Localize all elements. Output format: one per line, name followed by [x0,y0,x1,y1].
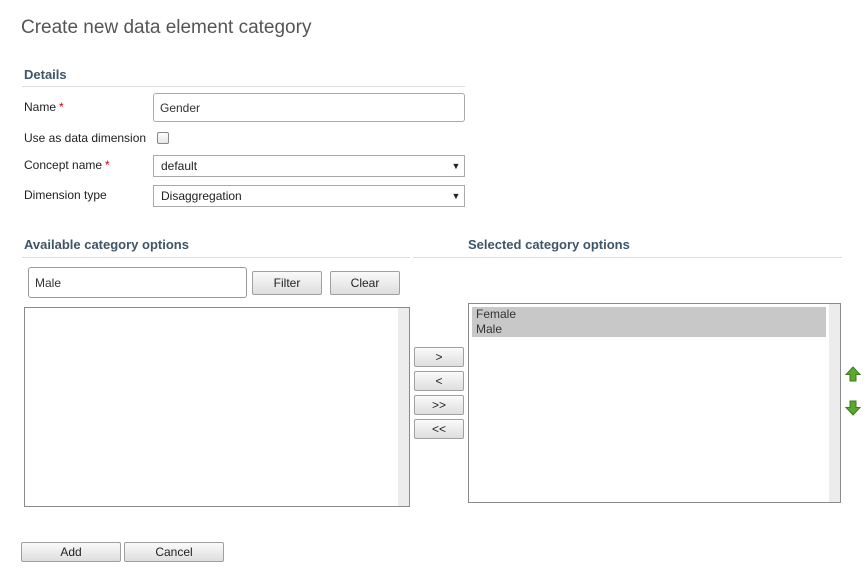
concept-required-mark: * [105,158,110,172]
selected-option-item[interactable]: Female [472,307,826,322]
name-input[interactable] [153,93,465,122]
available-options-list[interactable] [24,307,410,507]
available-list-scrollbar[interactable] [398,308,409,506]
move-left-button[interactable]: < [414,371,464,391]
add-button[interactable]: Add [21,542,121,562]
available-options-heading: Available category options [24,237,189,252]
filter-input[interactable] [28,267,247,298]
concept-name-label: Concept name * [24,158,110,172]
cancel-button[interactable]: Cancel [124,542,224,562]
name-label-text: Name [24,100,57,114]
page-title: Create new data element category [21,17,312,38]
move-all-right-button[interactable]: >> [414,395,464,415]
data-dimension-checkbox[interactable] [157,132,169,144]
clear-button[interactable]: Clear [330,271,400,295]
selected-options-heading: Selected category options [468,237,630,252]
concept-name-select[interactable]: default ▼ [153,155,465,177]
move-up-arrow-icon[interactable] [845,366,861,382]
caret-down-icon: ▼ [451,191,461,201]
name-label: Name * [24,100,64,114]
move-down-arrow-icon[interactable] [845,400,861,416]
selected-list-scrollbar[interactable] [829,304,840,502]
concept-name-label-text: Concept name [24,158,103,172]
dimension-type-select[interactable]: Disaggregation ▼ [153,185,465,207]
selected-divider [413,257,842,258]
dimension-type-value: Disaggregation [161,189,242,203]
available-divider [22,257,410,258]
details-heading: Details [24,67,67,82]
data-dimension-label: Use as data dimension [24,131,147,145]
caret-down-icon: ▼ [451,161,461,171]
filter-button[interactable]: Filter [252,271,322,295]
move-all-left-button[interactable]: << [414,419,464,439]
name-required-mark: * [59,100,64,114]
details-divider [22,86,465,87]
concept-name-value: default [161,159,198,173]
selected-options-list[interactable]: Female Male [468,303,841,503]
selected-options-items: Female Male [472,307,826,337]
dimension-type-label: Dimension type [24,188,107,202]
selected-option-item[interactable]: Male [472,322,826,337]
move-right-button[interactable]: > [414,347,464,367]
